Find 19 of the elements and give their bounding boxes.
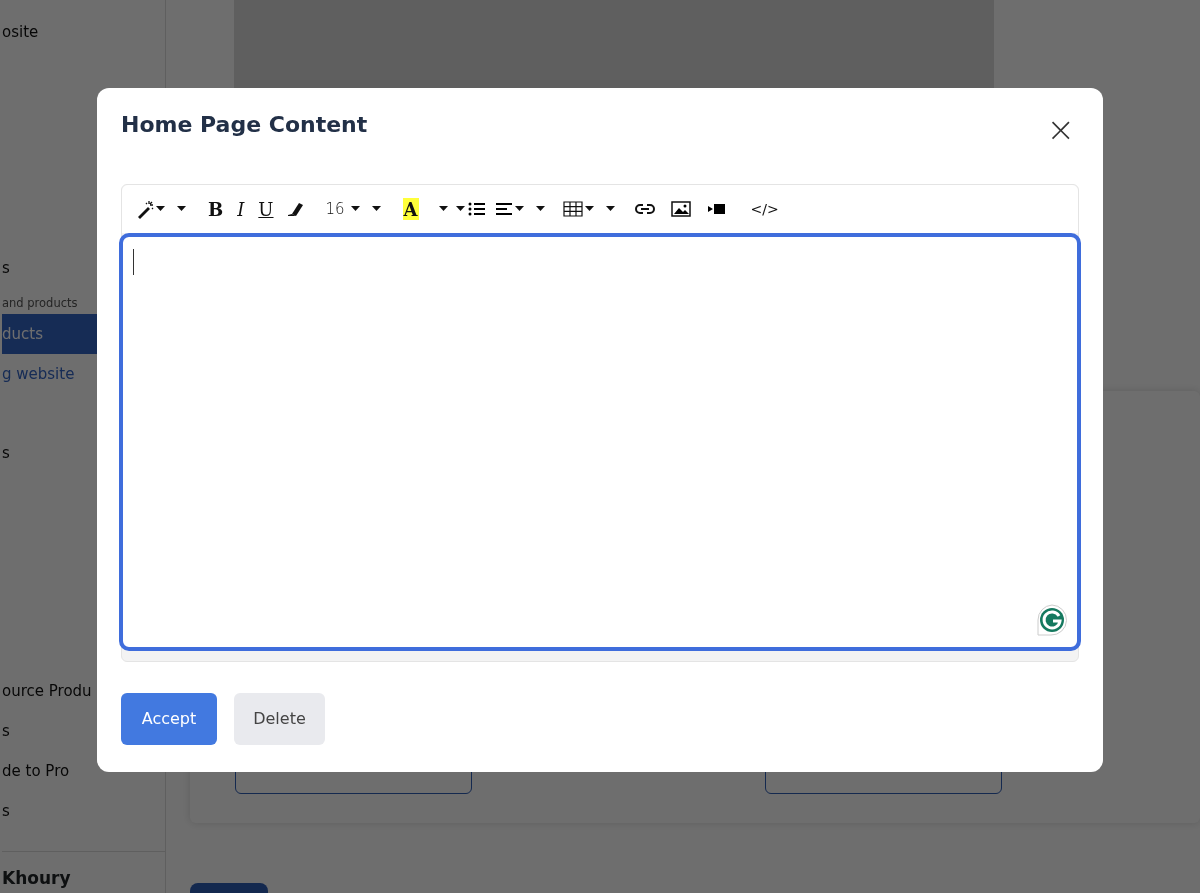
user-name: Khoury: [2, 851, 165, 892]
magic-wand-icon[interactable]: [136, 199, 154, 219]
image-icon[interactable]: [670, 199, 691, 219]
sidebar-item[interactable]: osite: [2, 12, 165, 52]
section-heading: and products: [2, 294, 79, 312]
underline-button[interactable]: U: [254, 195, 278, 223]
accept-button[interactable]: Accept: [121, 693, 217, 745]
delete-button[interactable]: Delete: [234, 693, 325, 745]
grammar-assistant-icon[interactable]: [1035, 603, 1069, 637]
bold-button[interactable]: B: [204, 195, 228, 223]
text-cursor: [133, 249, 134, 275]
italic-button[interactable]: I: [233, 195, 249, 223]
table-icon[interactable]: [562, 199, 583, 219]
text-color-button[interactable]: A: [402, 198, 419, 220]
close-button[interactable]: ×: [1042, 112, 1079, 146]
font-size-button[interactable]: 16: [321, 195, 349, 223]
modal-title: Home Page Content: [121, 112, 368, 139]
code-view-button[interactable]: </>: [746, 195, 783, 223]
sidebar-item[interactable]: s: [2, 791, 165, 831]
